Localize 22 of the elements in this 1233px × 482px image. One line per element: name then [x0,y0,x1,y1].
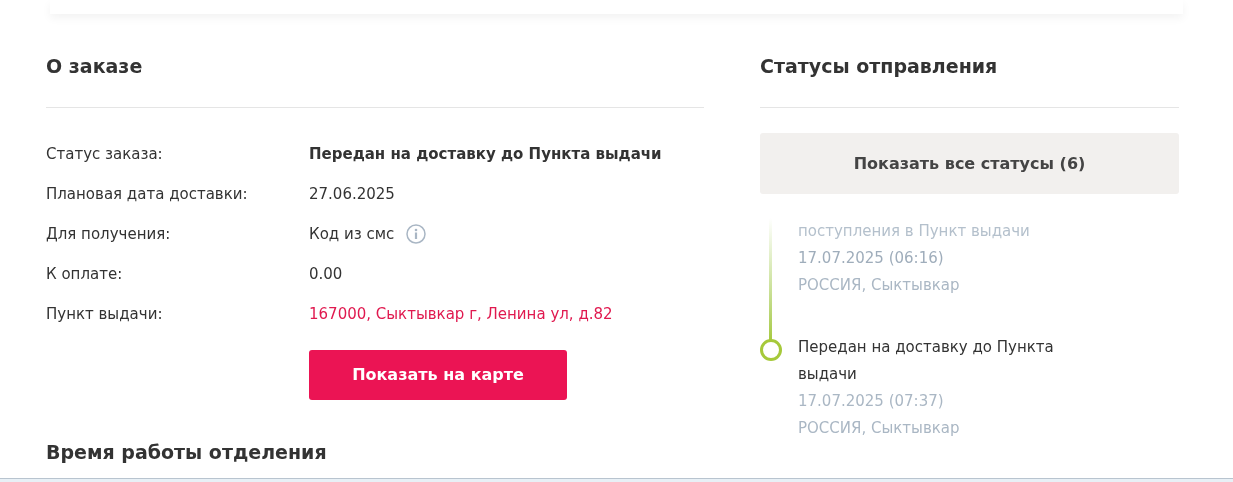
status-place: РОССИЯ, Сыктывкар [798,275,961,296]
field-label: К оплате: [46,263,124,285]
field-label: Для получения: [46,223,172,245]
status-date: 17.07.2025 (06:16) [798,248,945,269]
field-label: Статус заказа: [46,143,164,165]
info-icon[interactable] [406,224,427,244]
section-title: Статусы отправления [760,54,999,79]
field-value: Код из смс [309,223,395,245]
field-value: Передан на доставку до Пункта выдачи [309,143,662,165]
status-date: 17.07.2025 (07:37) [798,391,945,412]
field-label: Пункт выдачи: [46,303,164,325]
field-value: 0.00 [309,263,343,285]
status-title: поступления в Пункт выдачи [798,221,1031,242]
section-title: Время работы отделения [46,440,328,465]
field-label: Плановая дата доставки: [46,183,249,205]
show-map-button[interactable]: Показать на карте [309,350,567,400]
status-place: РОССИЯ, Сыктывкар [798,418,961,439]
section-title: О заказе [46,54,144,79]
show-all-statuses-button[interactable]: Показать все статусы (6) [760,133,1179,194]
field-value: 27.06.2025 [309,183,395,205]
status-title: Передан на доставку до Пункта выдачи [798,337,1055,385]
address-link[interactable]: 167000, Сыктывкар г, Ленина ул, д.82 [309,302,613,326]
